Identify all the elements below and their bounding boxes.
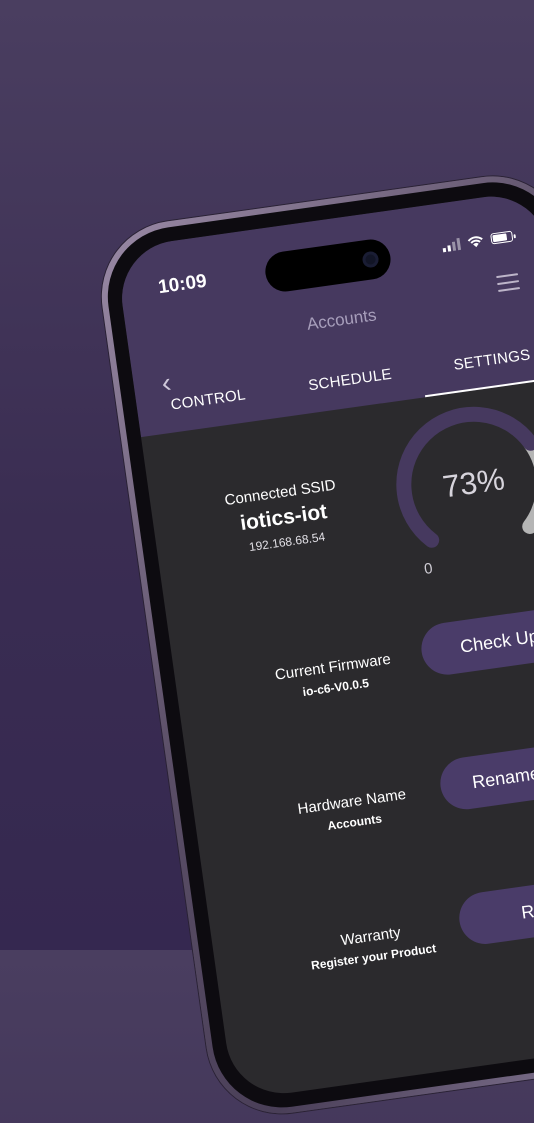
dynamic-island bbox=[263, 237, 393, 294]
status-time: 10:09 bbox=[157, 271, 208, 300]
wifi-icon bbox=[466, 234, 485, 249]
status-icons bbox=[441, 230, 513, 253]
scene: 10:09 Accounts ‹ CONTROL bbox=[0, 0, 534, 950]
rename-device-button[interactable]: Rename Device bbox=[437, 734, 534, 812]
signal-icon bbox=[442, 237, 461, 251]
phone-screen: 10:09 Accounts ‹ CONTROL bbox=[115, 189, 534, 1100]
connection-info: Connected SSID iotics-iot 192.168.68.54 bbox=[210, 475, 358, 559]
battery-icon bbox=[490, 231, 513, 245]
register-button[interactable]: Register bbox=[456, 869, 534, 947]
signal-gauge: 73% 0 100 bbox=[378, 388, 534, 580]
check-update-button[interactable]: Check Update bbox=[418, 600, 534, 678]
phone-mockup: 10:09 Accounts ‹ CONTROL bbox=[92, 167, 534, 1123]
camera-icon bbox=[362, 250, 380, 268]
hardware-row: Hardware Name Accounts Rename Device bbox=[194, 756, 534, 816]
warranty-row: Warranty Register your Product Register bbox=[213, 890, 534, 950]
firmware-row: Current Firmware io-c6-V0.0.5 Check Upda… bbox=[175, 621, 534, 681]
